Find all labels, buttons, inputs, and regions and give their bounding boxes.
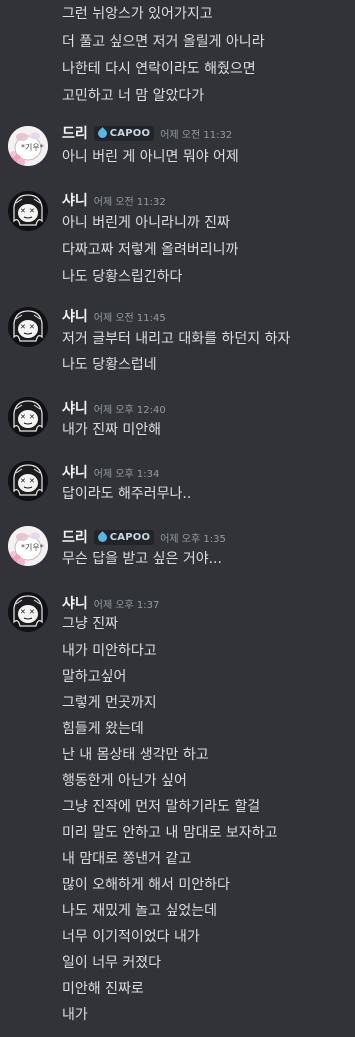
message-text: 그런 뉘앙스가 있어가지고 xyxy=(62,6,213,22)
svg-text:*기우*: *기우* xyxy=(21,143,44,152)
username[interactable]: 샤니 xyxy=(62,398,88,418)
svg-text:✕: ✕ xyxy=(20,323,26,331)
avatar[interactable]: *기우* xyxy=(8,526,48,566)
message-text: 내 맘대로 쫑낸거 같고 xyxy=(62,851,192,867)
message-header: 샤니 어제 오후 1:34 xyxy=(62,462,159,482)
dri-avatar-icon: *기우* xyxy=(8,526,48,566)
username[interactable]: 샤니 xyxy=(62,306,88,326)
svg-text:✕: ✕ xyxy=(20,413,26,421)
message-text: 나한테 다시 연락이라도 해줬으면 xyxy=(62,61,256,77)
message-text: 미리 말도 안하고 내 맘대로 보자하고 xyxy=(62,825,278,841)
message-text: 그렇게 먼곳까지 xyxy=(62,695,157,711)
username[interactable]: 드리 xyxy=(62,123,88,143)
message-header: 샤니 어제 오전 11:32 xyxy=(62,190,166,210)
username[interactable]: 드리 xyxy=(62,527,88,547)
timestamp[interactable]: 어제 오후 12:40 xyxy=(94,401,166,416)
timestamp[interactable]: 어제 오전 11:45 xyxy=(94,309,166,324)
avatar[interactable]: ✕ ✕ xyxy=(8,191,48,231)
water-drop-icon xyxy=(95,530,109,544)
avatar[interactable]: ✕ ✕ xyxy=(8,592,48,632)
message-text: 나도 당황스립긴하다 xyxy=(62,269,183,285)
message-text: 그냥 진작에 먼저 말하기라도 할걸 xyxy=(62,799,261,815)
message-text: 내가 xyxy=(62,1007,88,1023)
timestamp[interactable]: 어제 오전 11:32 xyxy=(94,193,166,208)
server-tag-label: CAPOO xyxy=(109,531,151,543)
shany-avatar-icon: ✕ ✕ xyxy=(8,397,48,437)
message-header: 드리 CAPOO 어제 오후 1:35 xyxy=(62,527,226,547)
shany-avatar-icon: ✕ ✕ xyxy=(8,307,48,347)
message-text: 말하고싶어 xyxy=(62,669,127,685)
shany-avatar-icon: ✕ ✕ xyxy=(8,191,48,231)
svg-text:✕: ✕ xyxy=(29,608,35,616)
message-text: 다짜고짜 저렇게 올려버리니까 xyxy=(62,242,239,258)
server-tag-label: CAPOO xyxy=(109,127,151,139)
svg-text:✕: ✕ xyxy=(29,207,35,215)
dri-avatar-icon: *기우* xyxy=(8,126,48,166)
message-text: 저거 글부터 내리고 대화를 하던지 하자 xyxy=(62,331,291,347)
message-text: 나도 당황스럽네 xyxy=(62,357,157,373)
avatar[interactable]: *기우* xyxy=(8,126,48,166)
message-text: 나도 재밌게 놀고 싶었는데 xyxy=(62,903,218,919)
avatar[interactable]: ✕ ✕ xyxy=(8,397,48,437)
avatar[interactable]: ✕ ✕ xyxy=(8,307,48,347)
timestamp[interactable]: 어제 오전 11:32 xyxy=(160,126,232,141)
message-text: 난 내 몸상태 생각만 하고 xyxy=(62,747,209,763)
message-text: 내가 미안하다고 xyxy=(62,643,157,659)
message-header: 샤니 어제 오전 11:45 xyxy=(62,306,166,326)
message-text: 아니 버린 게 아니면 뭐야 어제 xyxy=(62,149,239,165)
svg-text:✕: ✕ xyxy=(20,608,26,616)
username[interactable]: 샤니 xyxy=(62,462,88,482)
message-text: 미안해 진짜로 xyxy=(62,981,144,997)
message-header: 샤니 어제 오후 1:37 xyxy=(62,593,159,613)
message-text: 일이 너무 커졌다 xyxy=(62,955,162,971)
message-text: 고민하고 너 맘 알았다가 xyxy=(62,88,205,104)
message-header: 드리 CAPOO 어제 오전 11:32 xyxy=(62,123,232,143)
timestamp[interactable]: 어제 오후 1:35 xyxy=(160,530,226,545)
message-text: 힘들게 왔는데 xyxy=(62,721,144,737)
svg-text:✕: ✕ xyxy=(29,477,35,485)
server-tag[interactable]: CAPOO xyxy=(93,125,155,141)
avatar[interactable]: ✕ ✕ xyxy=(8,461,48,501)
message-list: 그런 뉘앙스가 있어가지고 더 풀고 싶으면 저거 올릴게 아니라 나한테 다시… xyxy=(0,0,355,1037)
svg-text:✕: ✕ xyxy=(20,477,26,485)
message-text: 무슨 답을 받고 싶은 거야... xyxy=(62,551,222,567)
shany-avatar-icon: ✕ ✕ xyxy=(8,592,48,632)
water-drop-icon xyxy=(95,126,109,140)
svg-text:✕: ✕ xyxy=(20,207,26,215)
username[interactable]: 샤니 xyxy=(62,190,88,210)
message-header: 샤니 어제 오후 12:40 xyxy=(62,398,166,418)
message-text: 그냥 진짜 xyxy=(62,616,118,632)
timestamp[interactable]: 어제 오후 1:37 xyxy=(94,596,160,611)
message-text: 많이 오해하게 해서 미안하다 xyxy=(62,877,230,893)
message-text: 아니 버린게 아니라니까 진짜 xyxy=(62,215,230,231)
message-text: 너무 이기적이었다 내가 xyxy=(62,929,200,945)
message-text: 내가 진짜 미안해 xyxy=(62,422,162,438)
timestamp[interactable]: 어제 오후 1:34 xyxy=(94,465,160,480)
username[interactable]: 샤니 xyxy=(62,593,88,613)
svg-text:✕: ✕ xyxy=(29,323,35,331)
server-tag[interactable]: CAPOO xyxy=(93,529,155,545)
svg-text:*기우*: *기우* xyxy=(21,543,44,552)
message-text: 답이라도 해주러무나.. xyxy=(62,486,192,502)
message-text: 더 풀고 싶으면 저거 올릴게 아니라 xyxy=(62,34,265,50)
svg-text:✕: ✕ xyxy=(29,413,35,421)
message-text: 행동한게 아닌가 싶어 xyxy=(62,773,187,789)
shany-avatar-icon: ✕ ✕ xyxy=(8,461,48,501)
